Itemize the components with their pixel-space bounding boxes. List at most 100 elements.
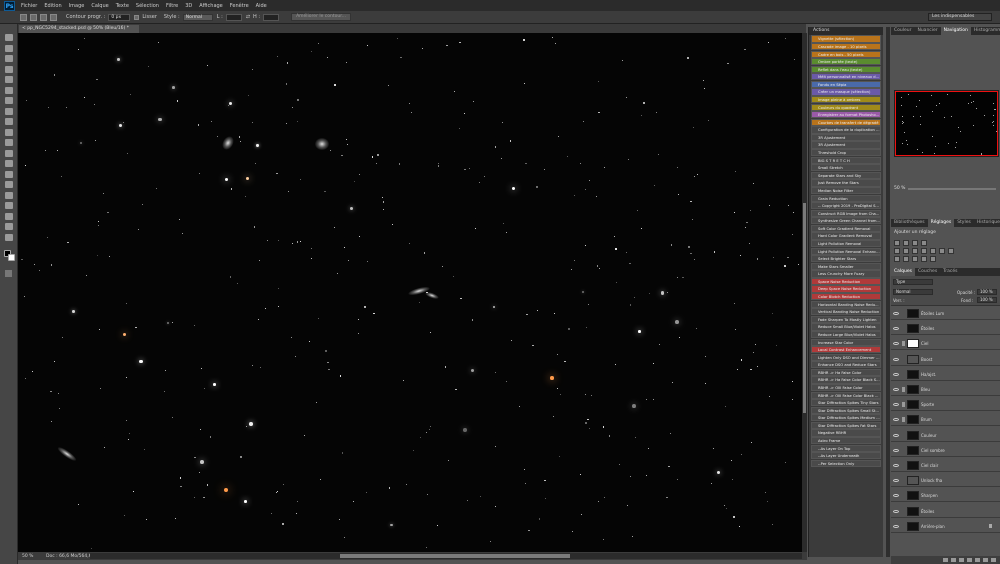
visibility-eye-icon[interactable] — [893, 388, 899, 391]
layer-thumbnail[interactable] — [907, 445, 919, 455]
layer-name[interactable]: Étoiles — [921, 509, 934, 514]
invert-icon[interactable] — [894, 256, 900, 262]
layer-thumbnail[interactable] — [907, 415, 919, 425]
shape-tool-icon[interactable] — [5, 212, 13, 220]
action-item[interactable]: Star Diffraction Spikes Fat Stars — [811, 421, 881, 430]
horizontal-scroll-thumb[interactable] — [340, 554, 570, 558]
layer-thumbnail[interactable] — [907, 369, 919, 379]
layer-thumbnail[interactable] — [907, 430, 919, 440]
tab-calques[interactable]: Calques — [891, 268, 915, 276]
menu-filtre[interactable]: Filtre — [166, 3, 178, 9]
action-item[interactable]: Small Stretch — [811, 164, 881, 172]
action-item[interactable]: Construct RGB Image from Cha... — [811, 209, 881, 217]
visibility-eye-icon[interactable] — [893, 403, 899, 407]
menu-fichier[interactable]: Fichier — [21, 3, 37, 9]
quick-mask-icon[interactable] — [5, 270, 12, 277]
tab-histogramme[interactable]: Histogramme — [971, 27, 1000, 35]
action-item[interactable]: Reduce Small Blue/Violet Halos — [811, 323, 881, 331]
zoom-tool-icon[interactable] — [5, 233, 13, 241]
layer-thumbnail[interactable] — [907, 324, 919, 334]
trash-icon[interactable] — [991, 558, 996, 562]
action-item[interactable]: Enhance DSO and Reduce Stars — [811, 361, 881, 369]
action-item[interactable]: Cadre en bois - 50 pixels — [811, 50, 881, 58]
vibrance-icon[interactable] — [894, 248, 900, 254]
tab-historique[interactable]: Historique — [974, 219, 1000, 227]
action-item[interactable]: Créer un masque (sélection) — [811, 88, 881, 96]
layer-name[interactable]: Ciel — [921, 341, 928, 346]
opacity-input[interactable]: 100 % — [977, 289, 997, 295]
layer-name[interactable]: Sharpen — [921, 493, 938, 498]
tab-styles[interactable]: Styles — [954, 219, 974, 227]
action-item[interactable]: Reflet dans l'eau (texte) — [811, 65, 881, 73]
refine-edge-button[interactable]: Améliorer le contour... — [291, 13, 351, 21]
swap-icon[interactable]: ⇄ — [246, 14, 250, 20]
action-item[interactable]: BIG S T R E T C H — [811, 156, 881, 164]
action-item[interactable]: RBHR -> OIII False Color — [811, 383, 881, 392]
layer-thumbnail[interactable] — [907, 506, 919, 516]
dodge-tool-icon[interactable] — [5, 170, 13, 178]
hue-saturation-icon[interactable] — [903, 248, 909, 254]
action-item[interactable]: Enregistrer au format Photosho... — [811, 111, 881, 119]
vertical-scrollbar[interactable] — [802, 33, 807, 552]
layer-name[interactable]: Étoiles — [921, 326, 934, 331]
visibility-eye-icon[interactable] — [893, 494, 899, 498]
action-item[interactable]: 3R Ajustement — [811, 141, 881, 149]
layer-name[interactable]: Couleur — [921, 433, 937, 438]
action-item[interactable]: Horizontal Banding Noise Redu... — [811, 300, 881, 308]
brush-tool-icon[interactable] — [5, 107, 13, 115]
action-item[interactable]: Just Remove the Stars — [811, 179, 881, 187]
tab-reglages[interactable]: Réglages — [927, 219, 955, 227]
eyedropper-tool-icon[interactable] — [5, 86, 13, 94]
clone-stamp-tool-icon[interactable] — [5, 118, 13, 125]
action-item[interactable]: Fondu en Sépia — [811, 80, 881, 89]
tab-couleur[interactable]: Couleur — [891, 27, 914, 35]
fill-input[interactable]: 100 % — [977, 297, 997, 303]
gradient-tool-icon[interactable] — [5, 149, 13, 157]
layer-thumbnail[interactable] — [907, 385, 919, 394]
blur-tool-icon[interactable] — [5, 160, 13, 167]
action-item[interactable]: RBHR -> Ha False Color — [811, 368, 881, 377]
posterize-icon[interactable] — [903, 256, 909, 262]
visibility-eye-icon[interactable] — [893, 524, 899, 528]
layer-row[interactable]: Sharpen — [891, 490, 1000, 503]
image-canvas[interactable] — [18, 33, 802, 552]
layer-name[interactable]: Boost — [921, 357, 932, 362]
menu-3d[interactable]: 3D — [185, 3, 192, 9]
layer-name[interactable]: Étoiles Lum — [921, 311, 944, 316]
tab-traces[interactable]: Tracés — [940, 268, 960, 276]
action-item[interactable]: Mélt personnalisé en niveaux d... — [811, 73, 881, 81]
blend-mode-select[interactable]: Normal — [893, 289, 933, 295]
action-item[interactable]: Vignette (sélection) — [811, 35, 881, 43]
action-item[interactable]: Ombre portée (texte) — [811, 58, 881, 66]
layer-name[interactable]: Bleu — [921, 387, 930, 392]
path-select-tool-icon[interactable] — [5, 202, 13, 209]
layer-row[interactable]: Boost — [891, 354, 1000, 366]
action-item[interactable]: Soft Color Gradient Removal — [811, 224, 881, 233]
layer-thumbnail[interactable] — [907, 476, 919, 486]
action-item[interactable]: Couleurs du quadrant — [811, 103, 881, 111]
action-item[interactable]: Fade Sharpen To Mostly Lighten — [811, 315, 881, 323]
layer-row[interactable]: Bleu — [891, 384, 1000, 396]
document-tab[interactable]: < pp_NGC5294_stacked.psd @ 50% (Bleu/16)… — [19, 25, 139, 33]
layer-row[interactable]: Étoiles — [891, 323, 1000, 336]
tab-couches[interactable]: Couches — [915, 268, 940, 276]
healing-tool-icon[interactable] — [5, 97, 13, 104]
feather-input[interactable]: 0 px — [108, 13, 131, 21]
new-group-icon[interactable] — [975, 558, 980, 562]
action-item[interactable]: Negative RBHR — [811, 429, 881, 437]
layer-thumbnail[interactable] — [907, 461, 919, 470]
navigator-thumbnail[interactable] — [894, 90, 999, 157]
action-item[interactable]: Threshold Crop — [811, 149, 881, 157]
new-layer-icon[interactable] — [983, 558, 988, 562]
action-item[interactable]: --Per Selection Only — [811, 459, 881, 467]
layer-name[interactable]: Arrière-plan — [921, 524, 945, 529]
visibility-eye-icon[interactable] — [893, 464, 899, 467]
layer-name[interactable]: Sporte — [921, 402, 934, 407]
visibility-eye-icon[interactable] — [893, 418, 899, 422]
action-item[interactable]: Star Diffraction Spikes Medium ... — [811, 414, 881, 422]
black-white-icon[interactable] — [921, 248, 927, 254]
navigator-zoom-slider[interactable] — [908, 187, 996, 190]
levels-icon[interactable] — [903, 240, 909, 246]
style-select[interactable]: Normal — [182, 13, 213, 21]
action-item[interactable]: Lighten Only DSO and Dimmer ... — [811, 353, 881, 361]
